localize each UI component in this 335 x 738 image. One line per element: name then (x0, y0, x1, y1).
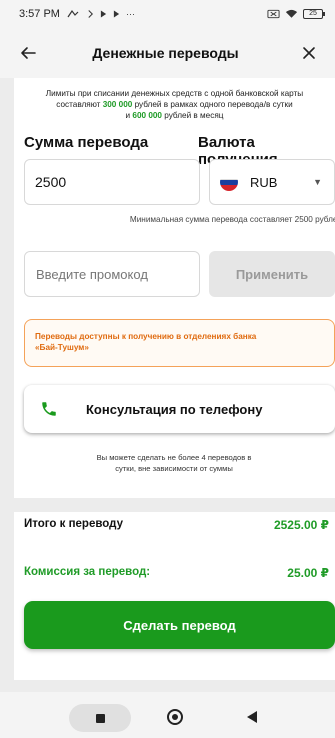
currency-select[interactable]: RUB ▼ (209, 159, 335, 205)
circle-icon (172, 714, 178, 720)
total-label: Итого к переводу (24, 518, 123, 530)
info-banner-line2: «Бай-Тушум» (35, 343, 89, 352)
amount-label: Сумма перевода (24, 134, 149, 151)
limits-note-line3: и 600 000 рублей в месяц (14, 110, 335, 121)
promo-code-input[interactable]: Введите промокод (24, 251, 200, 297)
transfer-count-note-line1: Вы можете сделать не более 4 переводов в (96, 453, 252, 462)
fee-label: Комиссия за перевод: (24, 566, 151, 578)
transfer-form: Лимиты при списании денежных средств с о… (14, 78, 335, 692)
info-banner: Переводы доступны к получению в отделени… (24, 319, 335, 367)
min-amount-note: Минимальная сумма перевода составляет 25… (129, 215, 335, 224)
home-button[interactable] (167, 709, 183, 725)
phone-consultation-button[interactable]: Консультация по телефону (24, 385, 335, 433)
play-icon (113, 10, 120, 18)
signal-alt-icon (88, 10, 93, 18)
page-title: Денежные переводы (92, 45, 239, 61)
close-button[interactable] (289, 28, 329, 78)
limit-per-month: 600 000 (132, 111, 162, 120)
more-dots-icon: ··· (125, 9, 135, 19)
section-divider (14, 498, 335, 512)
limits-note-line2: составляют 300 000 рублей в рамках одног… (14, 99, 335, 110)
promo-placeholder: Введите промокод (36, 266, 148, 282)
recents-button[interactable] (69, 704, 131, 732)
fee-value: 25.00 ₽ (287, 566, 329, 580)
bottom-divider (14, 680, 335, 692)
phone-icon (42, 402, 56, 416)
amount-value: 2500 (35, 174, 67, 190)
wifi-icon (285, 9, 298, 18)
chevron-down-icon: ▼ (313, 177, 322, 187)
submit-transfer-button[interactable]: Сделать перевод (24, 601, 335, 649)
limits-note-line1: Лимиты при списании денежных средств с о… (45, 89, 304, 98)
russia-flag-icon (220, 173, 238, 191)
amount-input[interactable]: 2500 (24, 159, 200, 205)
close-icon (303, 47, 315, 59)
limits-note-text: составляют (56, 100, 103, 109)
phone-consultation-label: Консультация по телефону (86, 401, 263, 417)
status-time: 3:57 PM (19, 8, 60, 20)
currency-value: RUB (250, 174, 278, 190)
status-bar: 3:57 PM ··· 25 (0, 0, 335, 28)
play-icon (100, 10, 107, 18)
status-left: 3:57 PM ··· (19, 8, 135, 20)
limits-note-text: рублей в месяц (162, 111, 224, 120)
transfer-count-note: Вы можете сделать не более 4 переводов в… (64, 452, 284, 474)
total-value: 2525.00 ₽ (273, 518, 329, 532)
notification-icon (67, 9, 79, 18)
system-back-button[interactable] (247, 711, 257, 723)
arrow-left-icon (21, 47, 36, 59)
limit-per-transfer: 300 000 (102, 100, 133, 109)
battery-icon: 25 (303, 9, 325, 19)
info-banner-line1: Переводы доступны к получению в отделени… (35, 332, 257, 341)
limits-note-text: рублей в рамках одного перевода/в сутки (132, 100, 293, 109)
status-notification-icons: ··· (66, 9, 135, 19)
transfer-count-note-line2: сутки, вне зависимости от суммы (115, 464, 233, 473)
system-nav-bar (0, 692, 335, 738)
square-icon (95, 713, 105, 723)
limits-note: Лимиты при списании денежных средств с о… (14, 88, 335, 121)
app-header: Денежные переводы (0, 28, 335, 78)
apply-promo-button[interactable]: Применить (209, 251, 335, 297)
status-right: 25 (267, 9, 325, 19)
sim-icon (267, 9, 280, 19)
